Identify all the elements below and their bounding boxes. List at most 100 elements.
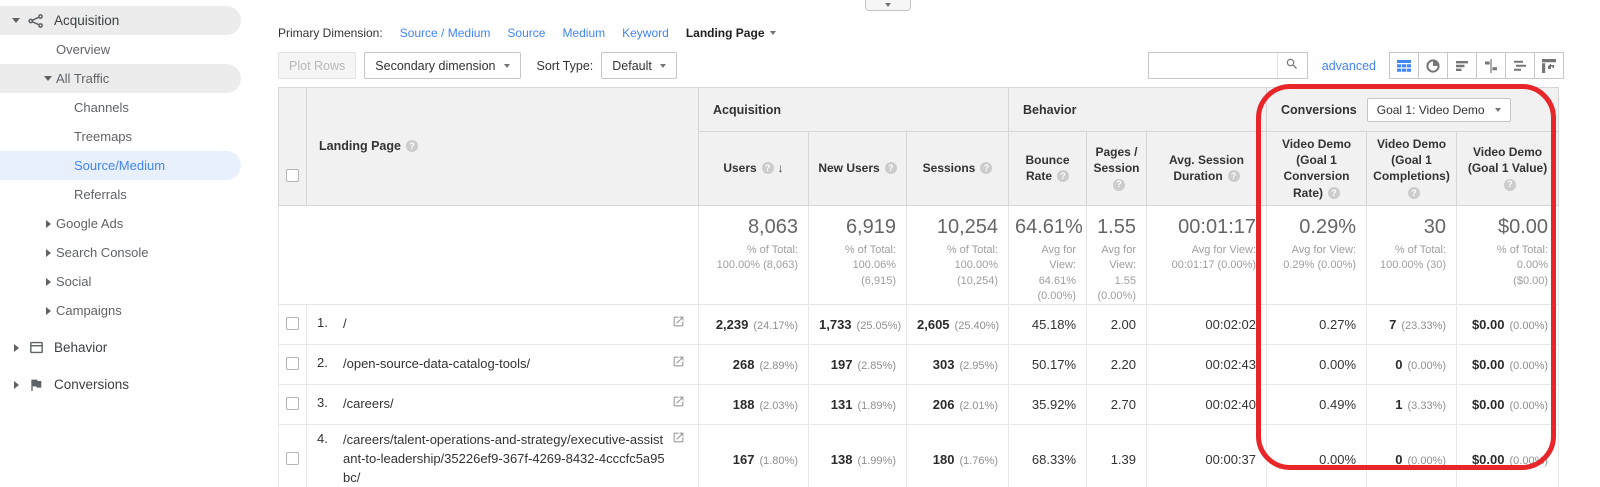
cell-pages-session: 2.00 — [1086, 304, 1147, 346]
caret-right-icon — [40, 219, 56, 228]
sidebar-item-referrals[interactable]: Referrals — [0, 180, 242, 209]
goal-selector-dropdown[interactable]: Goal 1: Video Demo — [1366, 97, 1511, 122]
search-input[interactable] — [1148, 53, 1277, 78]
sort-type-button[interactable]: Default — [601, 52, 677, 79]
sidebar-item-google-ads[interactable]: Google Ads — [0, 209, 242, 238]
column-header-sessions[interactable]: Sessions? — [906, 131, 1009, 206]
chevron-down-icon — [503, 63, 510, 68]
row-checkbox[interactable] — [286, 356, 299, 370]
advanced-search-link[interactable]: advanced — [1322, 59, 1376, 73]
metric-value: $0.00 — [1471, 357, 1505, 373]
open-in-new-icon[interactable] — [672, 395, 688, 408]
row-checkbox[interactable] — [286, 396, 299, 410]
sidebar-item-behavior[interactable]: Behavior — [0, 333, 242, 362]
summary-sub-label: Avg for View: — [1191, 243, 1257, 256]
landing-page-cell: 1. / — [306, 304, 699, 346]
sidebar-item-social[interactable]: Social — [0, 267, 242, 296]
percentage-view-icon[interactable] — [1418, 52, 1448, 79]
help-icon[interactable]: ? — [980, 162, 993, 175]
row-checkbox[interactable] — [286, 316, 299, 330]
help-icon[interactable]: ? — [1113, 178, 1125, 191]
metric-percent: (0.00%) — [1509, 320, 1549, 333]
help-icon[interactable]: ? — [1504, 178, 1517, 191]
dimension-link-medium[interactable]: Medium — [562, 26, 605, 40]
help-icon[interactable]: ? — [1328, 186, 1341, 199]
sidebar-item-campaigns[interactable]: Campaigns — [0, 296, 242, 325]
search-button[interactable] — [1276, 53, 1307, 78]
help-icon[interactable]: ? — [1408, 186, 1421, 199]
summary-sub-value: 0.29% (0.00%) — [1283, 259, 1357, 272]
plot-rows-button[interactable]: Plot Rows — [278, 52, 357, 79]
landing-page-link[interactable]: /careers/ — [343, 395, 666, 414]
column-label: Video Demo (Goal 1 Conversion Rate) — [1281, 137, 1352, 200]
help-icon[interactable]: ? — [1057, 170, 1069, 183]
metric-value: 131 — [830, 397, 853, 413]
sidebar-item-all-traffic[interactable]: All Traffic — [0, 64, 241, 93]
column-header-new-users[interactable]: New Users? — [808, 131, 907, 206]
metric-value: 00:02:40 — [1205, 397, 1257, 413]
column-header-goal-completions[interactable]: Video Demo (Goal 1 Completions)? — [1366, 131, 1458, 206]
landing-page-link[interactable]: / — [343, 315, 666, 334]
summary-avg-session-duration: 00:01:17 Avg for View: 00:01:17 (0.00%) — [1145, 204, 1268, 306]
help-icon[interactable]: ? — [884, 162, 897, 175]
chevron-down-icon — [769, 31, 776, 35]
table-view-icon[interactable] — [1389, 52, 1419, 79]
help-icon[interactable]: ? — [405, 140, 418, 153]
sidebar-item-treemaps[interactable]: Treemaps — [0, 122, 242, 151]
chart-collapse-button[interactable] — [865, 0, 911, 11]
sidebar-item-source-medium[interactable]: Source/Medium — [0, 151, 241, 180]
dimension-link-source[interactable]: Source — [507, 26, 545, 40]
sidebar-item-overview[interactable]: Overview — [0, 35, 242, 64]
dimension-link-source-medium[interactable]: Source / Medium — [400, 26, 491, 40]
pivot-view-icon[interactable] — [1534, 52, 1564, 79]
dimension-selected-landing-page[interactable]: Landing Page — [686, 26, 776, 40]
row-checkbox-cell — [278, 384, 307, 426]
sidebar-item-search-console[interactable]: Search Console — [0, 238, 242, 267]
column-header-users[interactable]: Users? ↓ — [698, 131, 809, 206]
metric-value: 0.00% — [1319, 452, 1357, 468]
metric-value: 0 — [1395, 357, 1403, 373]
sidebar-item-conversions[interactable]: Conversions — [0, 370, 242, 399]
metric-percent: (23.33%) — [1401, 320, 1447, 333]
table-row: 3. /careers/ 188 (2.03%) 131 (1.89%) 206 (2… — [278, 384, 1560, 426]
column-header-avg-session-duration[interactable]: Avg. Session Duration? — [1145, 131, 1268, 206]
magnifier-icon — [1285, 57, 1299, 74]
ga-report-page: Acquisition Overview All Traffic Channel… — [0, 0, 1600, 487]
metric-value: 00:02:43 — [1205, 357, 1257, 373]
secondary-dimension-button[interactable]: Secondary dimension — [364, 52, 521, 79]
summary-sub-value: 64.61% (0.00%) — [1037, 274, 1076, 302]
help-icon[interactable]: ? — [761, 162, 774, 175]
metric-value: 2.20 — [1110, 357, 1136, 373]
summary-sessions: 10,254 % of Total: 100.00% (10,254) — [906, 204, 1009, 306]
summary-value: 64.61% — [1015, 215, 1083, 238]
open-in-new-icon[interactable] — [672, 355, 688, 368]
column-header-goal-conversion-rate[interactable]: Video Demo (Goal 1 Conversion Rate)? — [1266, 131, 1368, 206]
summary-empty-cell — [278, 204, 699, 306]
summary-new-users: 6,919 % of Total: 100.06% (6,915) — [808, 204, 907, 306]
sidebar-item-acquisition[interactable]: Acquisition — [0, 6, 241, 35]
cell-bounce-rate: 68.33% — [1008, 424, 1087, 487]
open-in-new-icon[interactable] — [672, 315, 688, 328]
metric-value: $0.00 — [1471, 452, 1505, 468]
sidebar-item-label: Conversions — [54, 377, 130, 392]
landing-page-link[interactable]: /careers/talent-operations-and-strategy/… — [343, 431, 666, 487]
group-header-conversions: Conversions Goal 1: Video Demo — [1266, 87, 1560, 132]
metric-value: 68.33% — [1031, 452, 1076, 468]
comparison-view-icon[interactable] — [1476, 52, 1506, 79]
select-all-checkbox[interactable] — [286, 168, 299, 182]
open-in-new-icon[interactable] — [672, 431, 688, 444]
row-checkbox-cell — [278, 344, 307, 386]
metric-value: 2,239 — [715, 317, 749, 333]
performance-view-icon[interactable] — [1447, 52, 1477, 79]
help-icon[interactable]: ? — [1227, 170, 1240, 183]
term-cloud-view-icon[interactable] — [1505, 52, 1535, 79]
dimension-link-keyword[interactable]: Keyword — [622, 26, 669, 40]
row-checkbox[interactable] — [286, 451, 299, 465]
column-header-goal-value[interactable]: Video Demo (Goal 1 Value)? — [1456, 131, 1560, 206]
summary-sub-value: 100.06% (6,915) — [852, 259, 896, 287]
landing-page-link[interactable]: /open-source-data-catalog-tools/ — [343, 355, 666, 374]
column-header-landing-page[interactable]: Landing Page? — [306, 87, 699, 206]
column-header-bounce-rate[interactable]: Bounce Rate? — [1008, 131, 1087, 206]
column-header-pages-session[interactable]: Pages / Session? — [1086, 131, 1147, 206]
sidebar-item-channels[interactable]: Channels — [0, 93, 242, 122]
